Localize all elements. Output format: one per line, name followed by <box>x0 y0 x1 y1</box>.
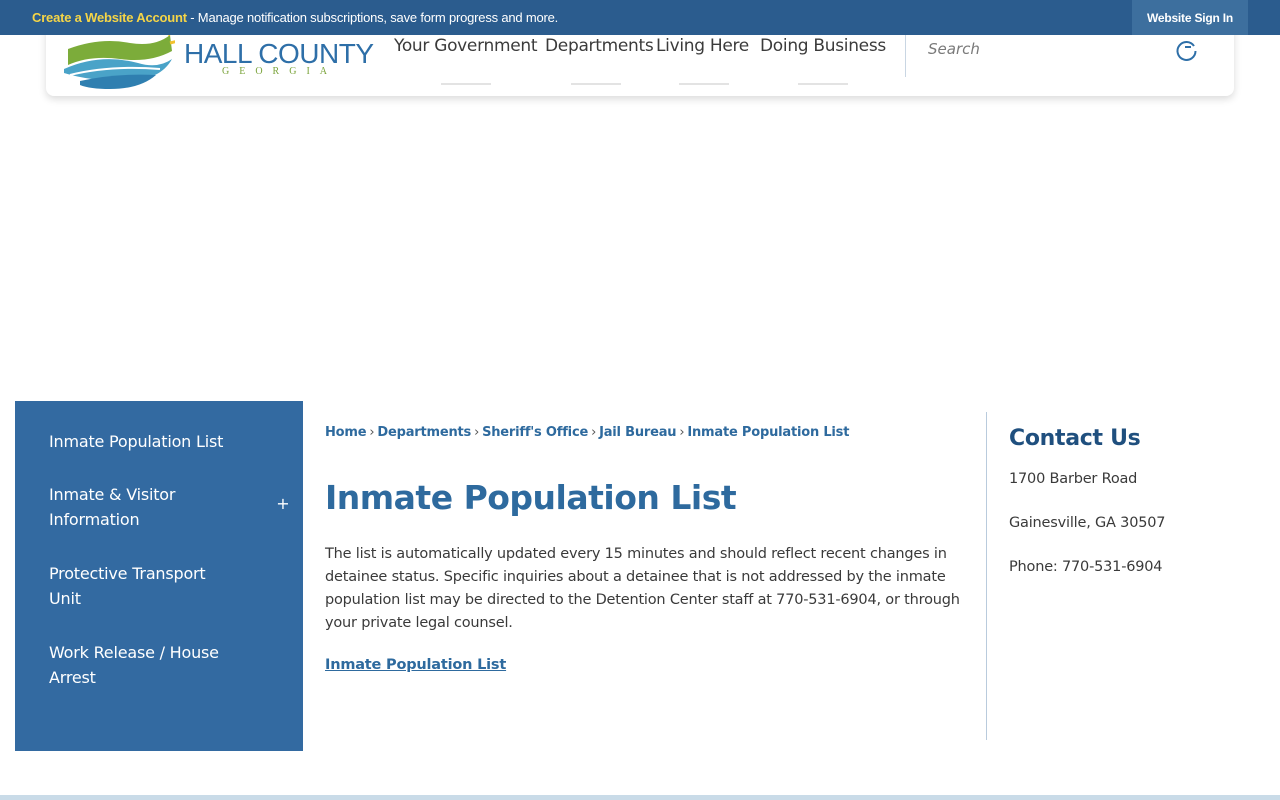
search-button[interactable] <box>1174 37 1200 63</box>
expand-plus-icon[interactable]: + <box>275 496 291 512</box>
sidebar-nav: Inmate Population List Inmate & Visitor … <box>15 401 303 751</box>
notification-text: - Manage notification subscriptions, sav… <box>186 10 559 25</box>
search-input[interactable] <box>928 35 1168 63</box>
notification-bar: Create a Website Account - Manage notifi… <box>0 0 1280 35</box>
nav-living-here[interactable]: Living Here <box>656 36 749 56</box>
logo-mark-icon <box>64 29 175 89</box>
nav-underline <box>441 83 491 85</box>
breadcrumb-current: Inmate Population List <box>687 425 850 440</box>
page-title: Inmate Population List <box>325 478 737 517</box>
contact-phone: Phone: 770-531-6904 <box>1009 559 1163 575</box>
breadcrumb-home[interactable]: Home <box>325 425 367 440</box>
site-logo[interactable]: HALL COUNTY GEORGIA <box>60 29 390 91</box>
footer-strip <box>0 795 1280 800</box>
sidebar-item-protective-transport-unit[interactable]: Protective Transport Unit <box>49 561 239 611</box>
sidebar-item-inmate-population-list[interactable]: Inmate Population List <box>49 429 259 454</box>
inmate-population-list-link[interactable]: Inmate Population List <box>325 657 506 673</box>
create-account-link[interactable]: Create a Website Account <box>32 10 187 25</box>
breadcrumb-separator: › <box>591 425 597 440</box>
contact-address-line2: Gainesville, GA 30507 <box>1009 515 1166 531</box>
breadcrumb: Home › Departments › Sheriff's Office › Jail B… <box>325 425 849 440</box>
breadcrumb-separator: › <box>474 425 480 440</box>
nav-departments[interactable]: Departments <box>545 36 654 56</box>
breadcrumb-sheriffs-office[interactable]: Sheriff's Office <box>482 425 588 440</box>
nav-underline <box>571 83 621 85</box>
search-icon <box>1176 41 1197 61</box>
search-divider <box>905 35 906 77</box>
site-header: HALL COUNTY GEORGIA Your Government Depa… <box>46 25 1234 96</box>
sidebar-item-work-release-house-arrest[interactable]: Work Release / House Arrest <box>49 640 249 690</box>
content-divider <box>986 412 987 740</box>
page-description: The list is automatically updated every … <box>325 546 960 631</box>
breadcrumb-separator: › <box>369 425 375 440</box>
nav-doing-business[interactable]: Doing Business <box>760 36 886 56</box>
sign-in-button[interactable]: Website Sign In <box>1132 0 1248 35</box>
breadcrumb-departments[interactable]: Departments <box>377 425 471 440</box>
contact-address-line1: 1700 Barber Road <box>1009 471 1138 487</box>
breadcrumb-jail-bureau[interactable]: Jail Bureau <box>599 425 676 440</box>
contact-title: Contact Us <box>1009 426 1141 451</box>
nav-underline <box>679 83 729 85</box>
logo-subtitle: GEORGIA <box>222 66 337 77</box>
notification-message: Create a Website Account - Manage notifi… <box>32 10 558 25</box>
nav-your-government[interactable]: Your Government <box>394 36 538 56</box>
nav-underline <box>798 83 848 85</box>
sidebar-item-inmate-visitor-information[interactable]: Inmate & Visitor Information <box>49 482 229 532</box>
breadcrumb-separator: › <box>679 425 685 440</box>
